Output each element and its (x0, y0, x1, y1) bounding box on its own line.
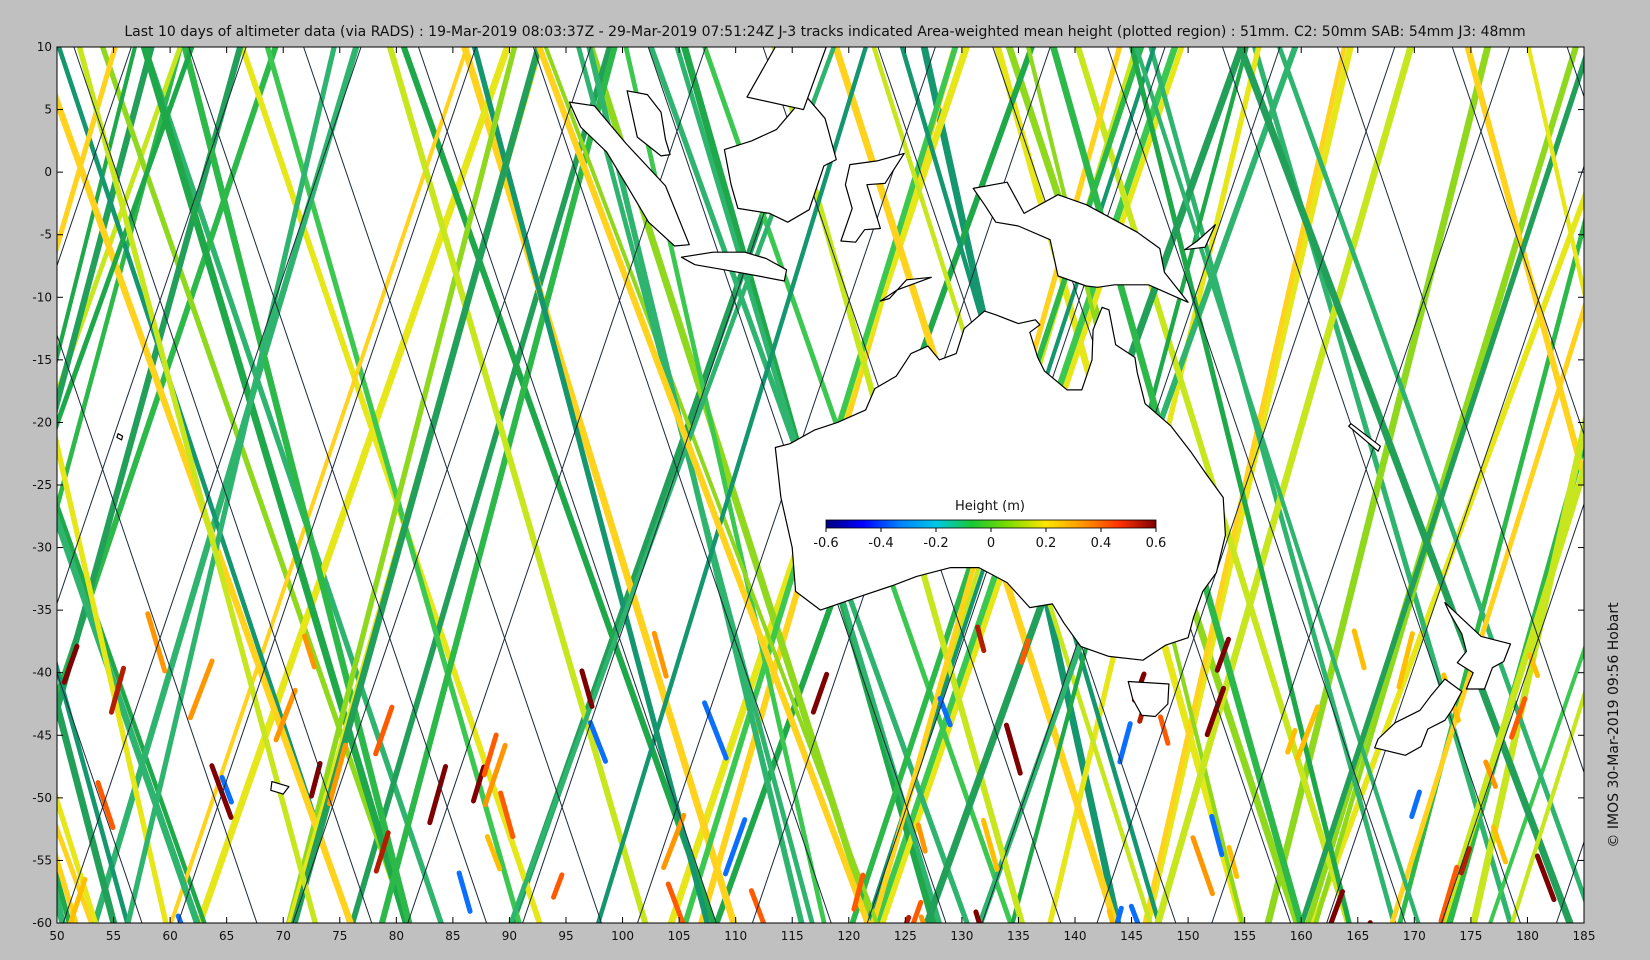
x-tick-label: 160 (1290, 929, 1313, 943)
x-tick-label: 100 (611, 929, 634, 943)
y-tick-label: -10 (32, 290, 52, 304)
x-tick-label: 140 (1064, 929, 1087, 943)
x-tick-label: 145 (1120, 929, 1143, 943)
track-segment (0, 47, 33, 923)
copyright-credit: © IMOS 30-Mar-2019 09:56 Hobart (1606, 602, 1622, 848)
x-tick-label: 120 (837, 929, 860, 943)
y-tick-label: -5 (40, 228, 52, 242)
track-segment (57, 884, 66, 923)
colorbar-tick-label: -0.4 (868, 536, 893, 551)
x-tick-label: 185 (1573, 929, 1596, 943)
x-tick-label: 80 (389, 929, 404, 943)
y-tick-label: -25 (32, 478, 52, 492)
x-tick-label: 150 (1177, 929, 1200, 943)
y-tick-label: -40 (32, 666, 52, 680)
x-tick-label: 70 (276, 929, 291, 943)
colorbar-tick-label: -0.2 (923, 536, 948, 551)
x-tick-label: 175 (1459, 929, 1482, 943)
y-tick-label: -45 (32, 728, 52, 742)
y-tick-label: 0 (44, 165, 52, 179)
x-tick-label: 125 (894, 929, 917, 943)
x-tick-label: 95 (558, 929, 573, 943)
x-tick-label: 115 (781, 929, 804, 943)
x-tick-label: 50 (49, 929, 64, 943)
colorbar-tick-label: 0.4 (1091, 536, 1112, 551)
x-tick-label: 130 (950, 929, 973, 943)
track-segment (0, 47, 4, 923)
j3-track-line (0, 47, 27, 923)
colorbar-tick-label: 0.2 (1036, 536, 1057, 551)
y-tick-label: -30 (32, 541, 52, 555)
x-tick-label: 105 (668, 929, 691, 943)
track-segment (1644, 47, 1650, 923)
y-tick-label: -35 (32, 603, 52, 617)
track-segment (1646, 47, 1650, 923)
track-segment (1640, 47, 1650, 923)
y-tick-label: 5 (44, 103, 52, 117)
track-segment (0, 47, 25, 923)
y-tick-label: -20 (32, 415, 52, 429)
x-tick-label: 180 (1516, 929, 1539, 943)
colorbar-tick-label: -0.6 (813, 536, 838, 551)
x-tick-label: 135 (1007, 929, 1030, 943)
y-tick-label: -55 (32, 853, 52, 867)
x-tick-label: 90 (502, 929, 517, 943)
colorbar-tick-label: 0 (987, 536, 995, 551)
y-tick-label: -15 (32, 353, 52, 367)
y-tick-label: -60 (32, 916, 52, 930)
colorbar-title: Height (m) (955, 499, 1025, 514)
track-segment (0, 47, 21, 923)
j3-track-line (0, 47, 16, 923)
altimeter-map: 50 55 60 65 70 75 80 85 90 95 100 105 110 115 120 125 13… (0, 40, 1650, 943)
x-tick-label: 65 (219, 929, 234, 943)
x-tick-label: 155 (1233, 929, 1256, 943)
x-tick-label: 55 (106, 929, 121, 943)
colorbar-bar (825, 519, 1157, 529)
x-tick-label: 170 (1403, 929, 1426, 943)
y-tick-label: -50 (32, 791, 52, 805)
x-tick-label: 110 (724, 929, 747, 943)
y-tick-label: 10 (37, 40, 52, 54)
x-tick-label: 75 (332, 929, 347, 943)
x-tick-label: 85 (445, 929, 460, 943)
x-tick-label: 165 (1346, 929, 1369, 943)
track-segment (0, 47, 25, 923)
colorbar-tick-label: 0.6 (1146, 536, 1167, 551)
x-tick-label: 60 (162, 929, 177, 943)
